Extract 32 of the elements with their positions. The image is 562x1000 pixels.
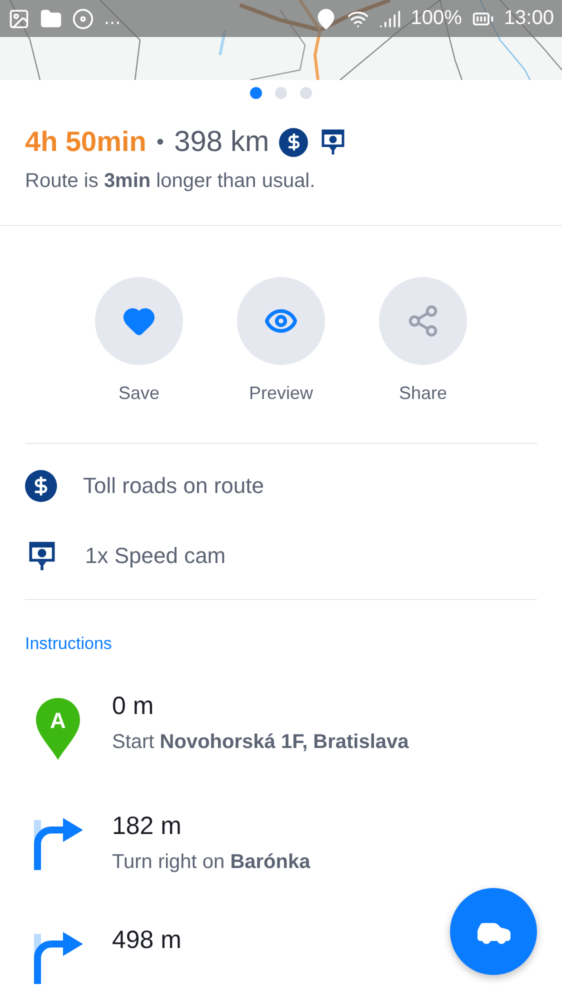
action-label: Share bbox=[398, 383, 448, 404]
action-label: Save bbox=[118, 383, 160, 404]
route-note: Route is 3min longer than usual. bbox=[25, 170, 316, 193]
dollar-icon bbox=[279, 128, 308, 156]
more-notifications: ... bbox=[104, 7, 121, 30]
folder-icon bbox=[40, 8, 62, 30]
turn-right-icon bbox=[31, 932, 85, 986]
route-feature: Toll roads on route bbox=[83, 473, 264, 499]
marker-letter: A bbox=[49, 708, 67, 734]
drive-button[interactable] bbox=[450, 888, 537, 975]
turn-right-icon bbox=[31, 818, 85, 872]
section-title: Instructions bbox=[24, 633, 113, 654]
step-distance: 182 m bbox=[112, 812, 182, 841]
route-duration: 4h 50min bbox=[25, 126, 146, 158]
step-distance: 0 m bbox=[112, 692, 155, 721]
dollar-icon bbox=[25, 470, 57, 502]
battery-percent: 100% bbox=[410, 7, 462, 30]
route-feature: 1x Speed cam bbox=[85, 543, 226, 569]
disc-icon bbox=[72, 8, 94, 30]
page-dot[interactable] bbox=[250, 87, 262, 99]
image-icon bbox=[8, 8, 30, 30]
clock: 13:00 bbox=[504, 7, 554, 30]
share-icon bbox=[406, 304, 440, 338]
pin-icon bbox=[36, 698, 80, 760]
route-distance: 398 km bbox=[174, 126, 270, 158]
separator-dot: • bbox=[156, 129, 164, 155]
step-instruction: Turn right on Barónka bbox=[112, 851, 310, 874]
step-instruction: Start Novohorská 1F, Bratislava bbox=[112, 731, 409, 754]
page-dot[interactable] bbox=[275, 87, 287, 99]
action-label: Preview bbox=[248, 383, 314, 404]
step-distance: 498 m bbox=[112, 926, 182, 955]
page-dot[interactable] bbox=[300, 87, 312, 99]
